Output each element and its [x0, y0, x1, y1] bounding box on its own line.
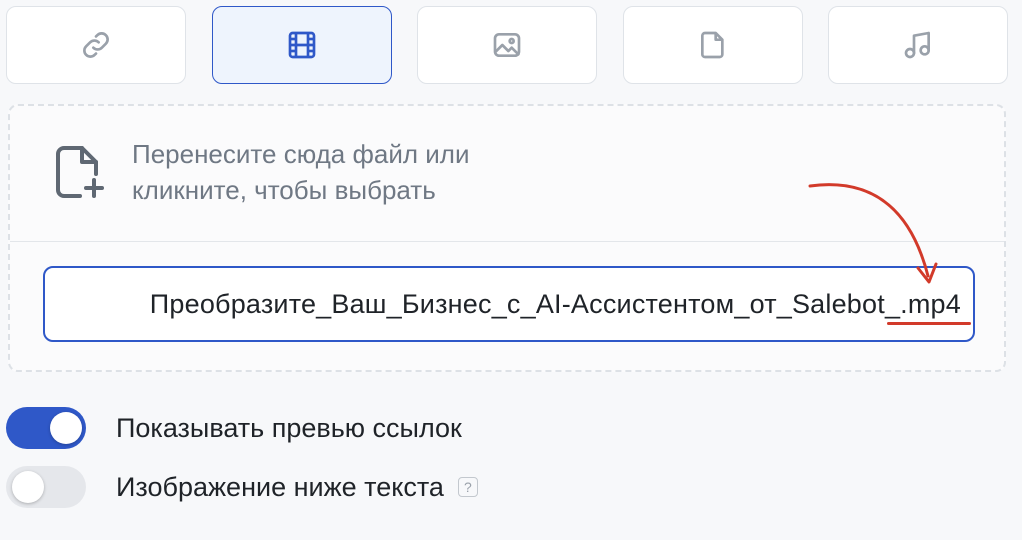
- file-drop-area[interactable]: Перенесите сюда файл или кликните, чтобы…: [10, 106, 1004, 242]
- file-name-field[interactable]: Преобразите_Ваш_Бизнес_с_AI-Ассистентом_…: [43, 266, 975, 342]
- music-note-icon: [904, 31, 930, 59]
- link-icon: [83, 32, 109, 58]
- dropzone-line2: кликните, чтобы выбрать: [132, 175, 436, 205]
- upload-dropzone: Перенесите сюда файл или кликните, чтобы…: [8, 104, 1006, 372]
- image-below-label: Изображение ниже текста: [116, 471, 444, 502]
- tab-audio[interactable]: [828, 6, 1008, 84]
- toggle-knob: [50, 412, 82, 444]
- divider: [10, 241, 1004, 242]
- image-below-toggle[interactable]: [6, 466, 86, 508]
- link-preview-toggle[interactable]: [6, 407, 86, 449]
- help-icon[interactable]: ?: [457, 477, 478, 497]
- tab-link[interactable]: [6, 6, 186, 84]
- image-icon: [493, 33, 521, 57]
- image-below-row: Изображение ниже текста ?: [6, 465, 478, 509]
- film-icon: [288, 31, 316, 59]
- toggle-knob: [12, 471, 44, 503]
- file-plus-icon: [56, 146, 104, 198]
- annotation-underline: [887, 322, 971, 325]
- document-icon: [701, 31, 724, 59]
- attachment-type-tabs: [6, 6, 1010, 86]
- tab-image[interactable]: [417, 6, 597, 84]
- file-name-value: Преобразите_Ваш_Бизнес_с_AI-Ассистентом_…: [149, 289, 961, 319]
- dropzone-instructions: Перенесите сюда файл или кликните, чтобы…: [132, 136, 652, 208]
- link-preview-label: Показывать превью ссылок: [116, 412, 462, 443]
- tab-video[interactable]: [212, 6, 392, 84]
- tab-file[interactable]: [623, 6, 803, 84]
- link-preview-row: Показывать превью ссылок: [6, 406, 462, 450]
- dropzone-line1: Перенесите сюда файл или: [132, 139, 470, 169]
